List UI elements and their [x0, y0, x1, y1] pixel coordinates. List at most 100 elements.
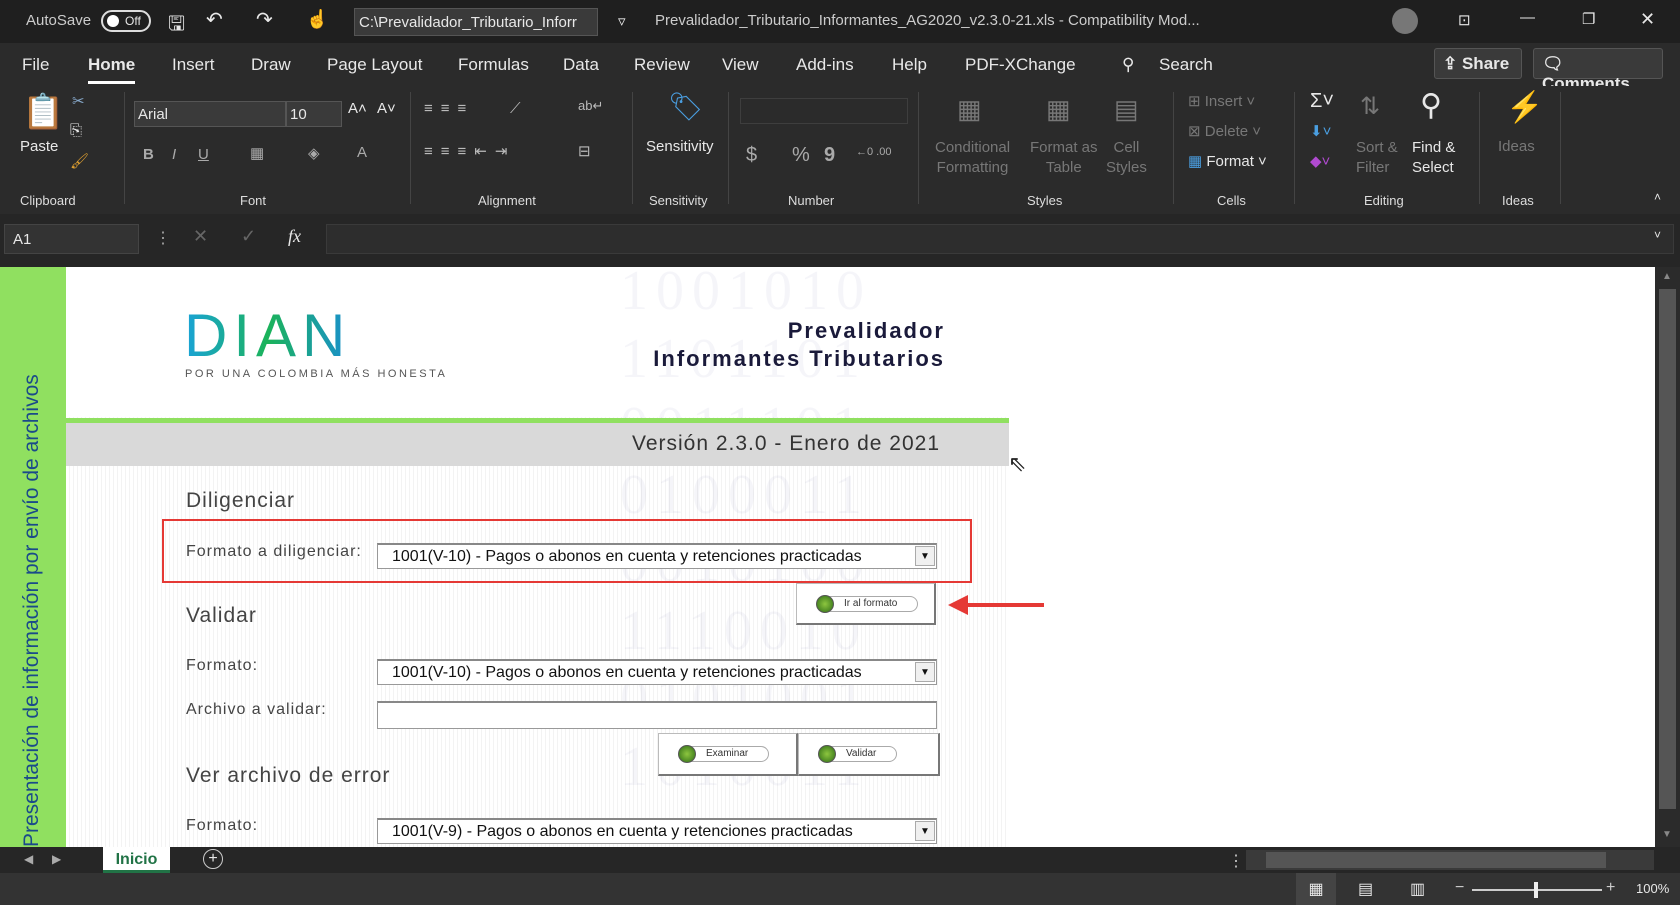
tab-review[interactable]: Review: [634, 55, 690, 75]
comma-button[interactable]: 9: [824, 144, 835, 167]
format-as-table-icon[interactable]: ▦: [1046, 94, 1071, 125]
formato-diligenciar-dropdown[interactable]: 1001(V-10) - Pagos o abonos en cuenta y …: [377, 543, 937, 569]
validar-button[interactable]: Validar: [798, 733, 940, 776]
increase-font-icon[interactable]: A˄: [348, 100, 367, 117]
examinar-button[interactable]: Examinar: [658, 733, 798, 776]
enter-icon[interactable]: ✓: [241, 226, 256, 247]
zoom-slider-thumb[interactable]: [1534, 882, 1538, 898]
archivo-input[interactable]: [377, 701, 937, 729]
italic-button[interactable]: I: [172, 146, 176, 163]
zoom-level[interactable]: 100%: [1636, 881, 1669, 896]
underline-button[interactable]: U: [198, 146, 209, 163]
worksheet[interactable]: Presentación de información por envío de…: [0, 267, 1655, 847]
chevron-down-icon[interactable]: ▼: [915, 546, 935, 566]
find-icon[interactable]: ⚲: [1420, 88, 1442, 123]
more-icon[interactable]: ⋮: [155, 228, 171, 248]
vertical-scrollbar[interactable]: ▲ ▼: [1655, 267, 1680, 847]
ir-al-formato-button[interactable]: Ir al formato: [796, 583, 936, 625]
fill-icon[interactable]: ⬇˅: [1310, 122, 1331, 140]
scroll-up-icon[interactable]: ▲: [1662, 271, 1672, 282]
orientation-icon[interactable]: ⟋: [510, 100, 521, 117]
tab-formulas[interactable]: Formulas: [458, 55, 529, 75]
currency-button[interactable]: $: [746, 144, 757, 167]
chevron-down-icon[interactable]: ▼: [915, 662, 935, 682]
horizontal-scrollbar[interactable]: [1246, 850, 1654, 870]
format-painter-icon[interactable]: 🖌: [70, 152, 89, 170]
scroll-thumb[interactable]: [1659, 289, 1676, 809]
decrease-font-icon[interactable]: A˅: [377, 100, 396, 117]
conditional-formatting-icon[interactable]: ▦: [957, 94, 982, 125]
tab-view[interactable]: View: [722, 55, 759, 75]
add-sheet-icon[interactable]: +: [203, 849, 223, 869]
file-path-box[interactable]: C:\Prevalidador_Tributario_Inforr: [354, 8, 598, 36]
ideas-icon[interactable]: ⚡: [1506, 90, 1543, 125]
tab-home[interactable]: Home: [88, 55, 136, 84]
horizontal-align-icons[interactable]: ≡≡≡⇤⇥: [424, 142, 515, 160]
find-select-button[interactable]: Find & Select: [1412, 138, 1455, 178]
collapse-ribbon-icon[interactable]: ˄: [1654, 190, 1661, 204]
font-color-icon[interactable]: A: [357, 144, 367, 161]
number-format-box[interactable]: [740, 98, 908, 124]
prev-sheet-icon[interactable]: ◀: [24, 852, 33, 866]
sort-filter-icon[interactable]: ⇅: [1360, 92, 1380, 121]
cut-icon[interactable]: ✂: [72, 92, 85, 110]
insert-cells-button[interactable]: ⊞ Insert ˅: [1188, 92, 1255, 110]
merge-center-icon[interactable]: ⊟: [578, 142, 591, 160]
cell-styles-icon[interactable]: ▤: [1114, 94, 1139, 125]
avatar[interactable]: [1392, 8, 1418, 34]
comments-button[interactable]: 🗨 Comments: [1533, 48, 1663, 93]
wrap-text-icon[interactable]: ab↵: [578, 98, 603, 114]
tab-draw[interactable]: Draw: [251, 55, 291, 75]
font-name-box[interactable]: Arial: [134, 101, 286, 127]
cancel-icon[interactable]: ✕: [193, 226, 208, 247]
tab-file[interactable]: File: [22, 55, 49, 75]
percent-button[interactable]: %: [792, 144, 810, 167]
page-break-view-icon[interactable]: ▥: [1410, 879, 1425, 899]
search-box[interactable]: Search: [1159, 55, 1213, 75]
expand-formula-icon[interactable]: ˅: [1654, 228, 1661, 242]
minimize-icon[interactable]: —: [1520, 9, 1535, 26]
close-icon[interactable]: ✕: [1640, 9, 1655, 30]
vertical-align-icons[interactable]: ≡≡≡: [424, 100, 474, 117]
share-button[interactable]: ⇪ Share: [1434, 48, 1522, 79]
touch-mode-icon[interactable]: ☝: [306, 9, 328, 30]
paste-icon[interactable]: 📋: [22, 92, 64, 132]
h-scroll-thumb[interactable]: [1266, 852, 1606, 868]
sort-filter-button[interactable]: Sort & Filter: [1356, 138, 1398, 178]
tab-page-layout[interactable]: Page Layout: [327, 55, 422, 75]
formula-input[interactable]: [326, 224, 1674, 254]
tab-pdf-xchange[interactable]: PDF-XChange: [965, 55, 1076, 75]
tab-add-ins[interactable]: Add-ins: [796, 55, 854, 75]
autosave-toggle[interactable]: Off: [101, 10, 151, 32]
conditional-formatting-button[interactable]: Conditional Formatting: [935, 138, 1010, 178]
format-cells-button[interactable]: ▦ Format ˅: [1188, 152, 1267, 170]
next-sheet-icon[interactable]: ▶: [52, 852, 61, 866]
page-layout-view-icon[interactable]: ▤: [1358, 879, 1373, 899]
zoom-slider[interactable]: [1472, 882, 1602, 898]
formato-error-dropdown[interactable]: 1001(V-9) - Pagos o abonos en cuenta y r…: [377, 818, 937, 844]
decimal-icons[interactable]: ←0 .00: [856, 146, 891, 158]
tab-help[interactable]: Help: [892, 55, 927, 75]
clear-icon[interactable]: ◆˅: [1310, 152, 1330, 170]
autosum-icon[interactable]: Σ˅: [1310, 90, 1334, 113]
chevron-down-icon[interactable]: ▼: [915, 821, 935, 841]
format-as-table-button[interactable]: Format as Table: [1030, 138, 1098, 178]
tab-insert[interactable]: Insert: [172, 55, 215, 75]
ideas-button[interactable]: Ideas: [1498, 138, 1535, 155]
insert-function-button[interactable]: fx: [288, 226, 301, 247]
delete-cells-button[interactable]: ⊠ Delete ˅: [1188, 122, 1261, 140]
formato-validar-dropdown[interactable]: 1001(V-10) - Pagos o abonos en cuenta y …: [377, 659, 937, 685]
normal-view-icon[interactable]: ▦: [1296, 873, 1336, 905]
save-icon[interactable]: 🖫: [168, 9, 185, 43]
search-icon[interactable]: ⚲: [1122, 55, 1134, 75]
sensitivity-icon[interactable]: 🏷: [668, 90, 704, 123]
customize-qat-icon[interactable]: ▿: [618, 12, 626, 30]
zoom-in-icon[interactable]: +: [1606, 879, 1615, 897]
bold-button[interactable]: B: [143, 146, 154, 163]
sheet-tab-inicio[interactable]: Inicio: [103, 847, 170, 873]
restore-icon[interactable]: ❐: [1582, 10, 1595, 28]
ribbon-display-icon[interactable]: ⊡: [1458, 11, 1471, 29]
split-handle-icon[interactable]: ⋮: [1228, 851, 1244, 871]
cell-styles-button[interactable]: Cell Styles: [1106, 138, 1147, 178]
scroll-down-icon[interactable]: ▼: [1662, 829, 1672, 840]
